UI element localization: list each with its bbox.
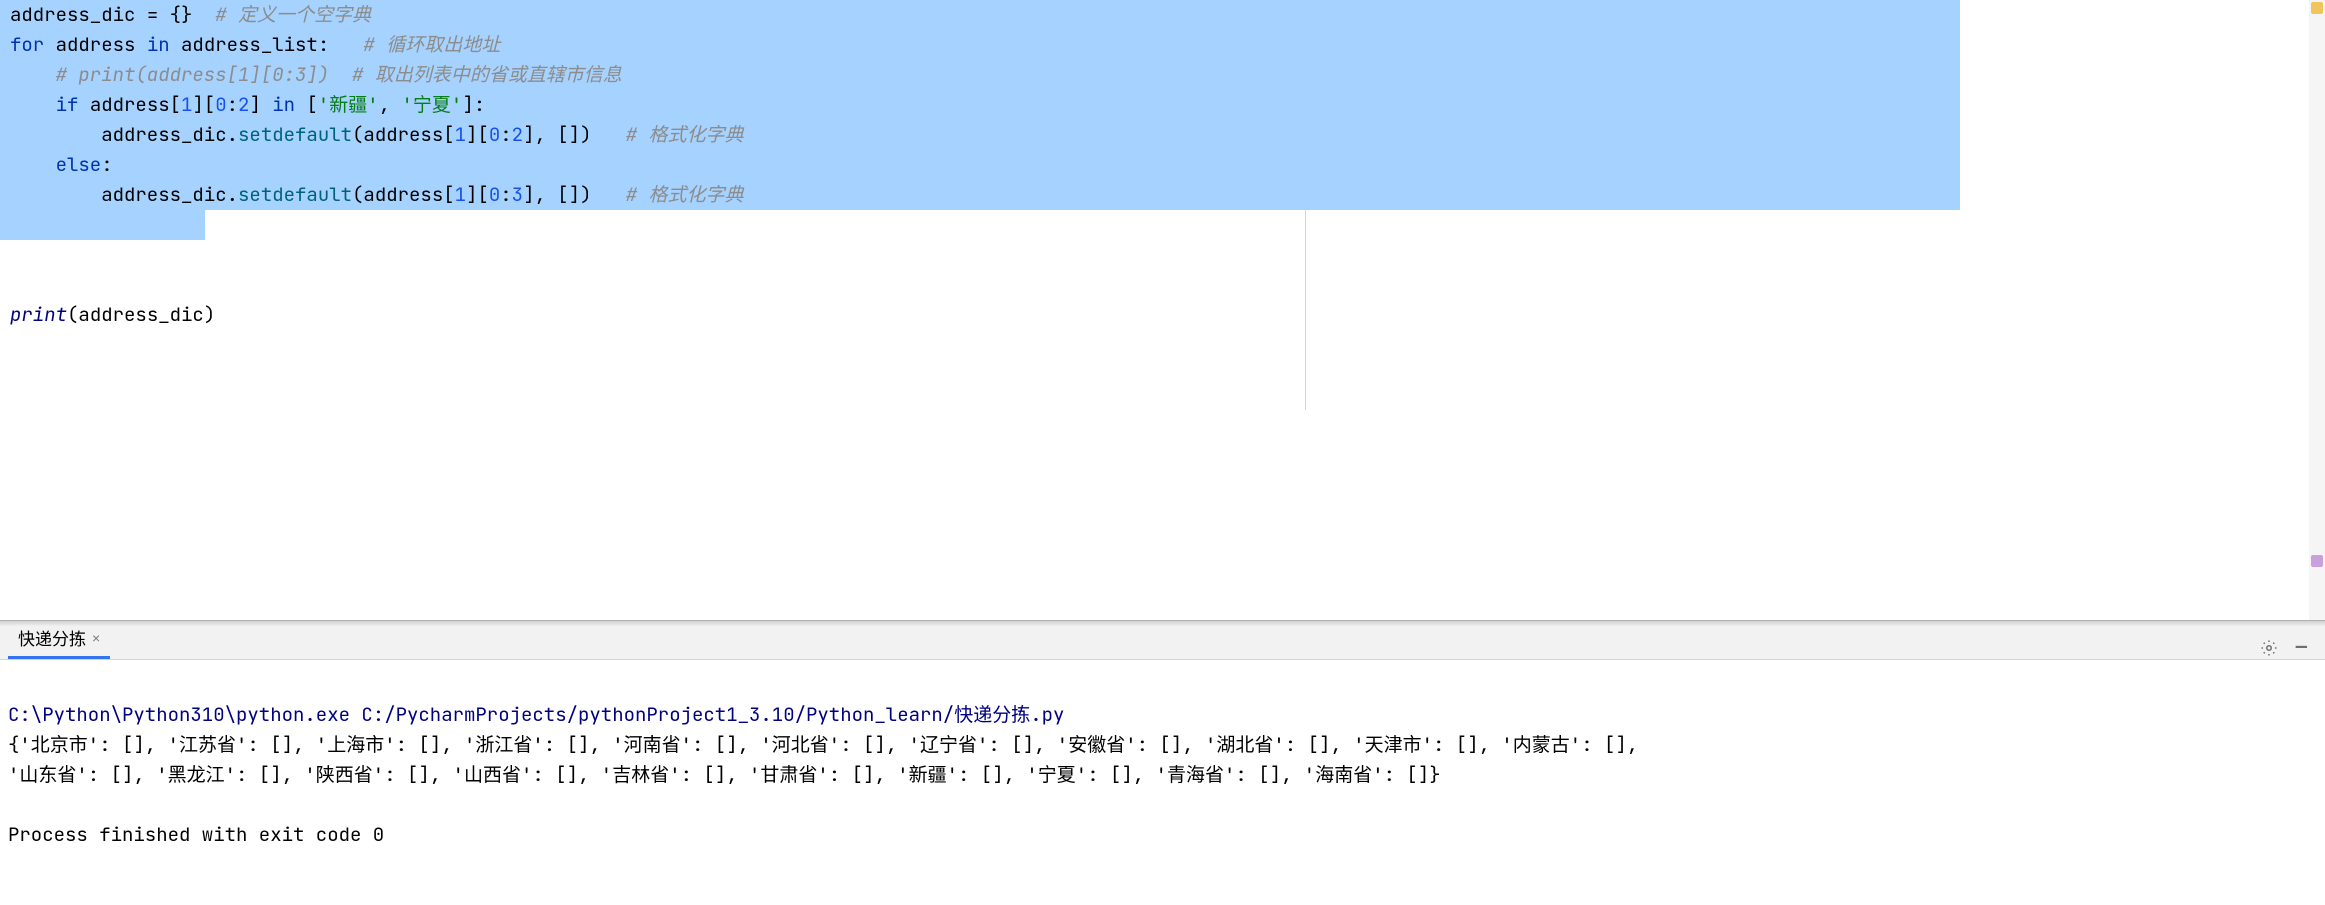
code-number: 0 — [489, 122, 500, 147]
code-comment: # 定义一个空字典 — [215, 2, 371, 27]
code-function: setdefault — [238, 182, 352, 207]
code-number: 2 — [238, 92, 249, 117]
code-text: address_list: — [181, 32, 363, 57]
code-keyword: for — [10, 32, 56, 57]
code-line-3[interactable]: # print(address[1][0:3]) # 取出列表中的省或直辖市信息 — [0, 60, 1960, 90]
code-comment: # 循环取出地址 — [363, 32, 500, 57]
code-line-7[interactable]: address_dic.setdefault(address[1][0:3], … — [0, 180, 1960, 210]
code-number: 1 — [181, 92, 192, 117]
code-line-8[interactable]: print(address_dic) — [0, 210, 2325, 390]
minimize-icon[interactable]: — — [2296, 634, 2307, 659]
code-number: 0 — [215, 92, 226, 117]
code-text: : — [500, 122, 511, 147]
selection-highlight — [0, 210, 205, 240]
code-keyword: in — [147, 32, 181, 57]
code-function: setdefault — [238, 122, 352, 147]
exit-code-line: Process finished with exit code 0 — [8, 822, 384, 847]
code-text: : — [101, 152, 112, 177]
interpreter-path: C:\Python\Python310\python.exe C:/Pychar… — [8, 702, 1064, 727]
code-comment: # 格式化字典 — [626, 122, 744, 147]
code-text: ][ — [192, 92, 215, 117]
stdout-line: '山东省': [], '黑龙江': [], '陕西省': [], '山西省': … — [8, 762, 1441, 787]
code-text: address — [56, 32, 147, 57]
tab-label: 快递分拣 — [18, 625, 86, 650]
code-text: (address[ — [352, 182, 455, 207]
code-number: 0 — [489, 182, 500, 207]
code-number: 1 — [455, 122, 466, 147]
code-editor[interactable]: address_dic = {} # 定义一个空字典 for address i… — [0, 0, 2325, 620]
code-comment: # print(address[1][0:3]) # 取出列表中的省或直辖市信息 — [10, 62, 622, 87]
run-console[interactable]: C:\Python\Python310\python.exe C:/Pychar… — [0, 660, 2325, 905]
code-keyword: if — [10, 92, 90, 117]
code-builtin: print — [10, 302, 67, 327]
code-line-4[interactable]: if address[1][0:2] in ['新疆', '宁夏']: — [0, 90, 1960, 120]
code-text: ], []) — [523, 182, 626, 207]
code-text: : — [227, 92, 238, 117]
code-number: 1 — [455, 182, 466, 207]
code-text: address_dic. — [10, 182, 238, 207]
run-tool-tabs: 快递分拣 × — — [0, 626, 2325, 660]
stdout-line: {'北京市': [], '江苏省': [], '上海市': [], '浙江省':… — [8, 732, 1650, 757]
code-text: [ — [306, 92, 317, 117]
code-text: ] — [249, 92, 272, 117]
code-text: : — [500, 182, 511, 207]
hint-indicator[interactable] — [2311, 555, 2323, 567]
code-string: '宁夏' — [402, 92, 463, 117]
code-text: ][ — [466, 122, 489, 147]
code-number: 3 — [512, 182, 523, 207]
code-comment: # 格式化字典 — [626, 182, 744, 207]
code-text: address[ — [90, 92, 181, 117]
code-keyword: else — [10, 152, 101, 177]
code-text: ][ — [466, 182, 489, 207]
close-icon[interactable]: × — [92, 630, 100, 646]
code-line-1[interactable]: address_dic = {} # 定义一个空字典 — [0, 0, 1960, 30]
run-tab[interactable]: 快递分拣 × — [8, 619, 110, 659]
gear-icon[interactable] — [2260, 634, 2278, 659]
code-text: address_dic — [10, 2, 147, 27]
code-number: 2 — [512, 122, 523, 147]
code-text: ]: — [462, 92, 485, 117]
code-line-2[interactable]: for address in address_list: # 循环取出地址 — [0, 30, 1960, 60]
code-text: (address[ — [352, 122, 455, 147]
code-text: (address_dic) — [67, 302, 215, 327]
code-text: ], []) — [523, 122, 626, 147]
code-text: = {} — [147, 2, 215, 27]
code-text: address_dic. — [10, 122, 238, 147]
code-line-6[interactable]: else: — [0, 150, 1960, 180]
code-line-5[interactable]: address_dic.setdefault(address[1][0:2], … — [0, 120, 1960, 150]
warning-indicator[interactable] — [2311, 2, 2323, 14]
code-text: , — [379, 92, 402, 117]
code-string: '新疆' — [318, 92, 379, 117]
code-keyword: in — [272, 92, 306, 117]
